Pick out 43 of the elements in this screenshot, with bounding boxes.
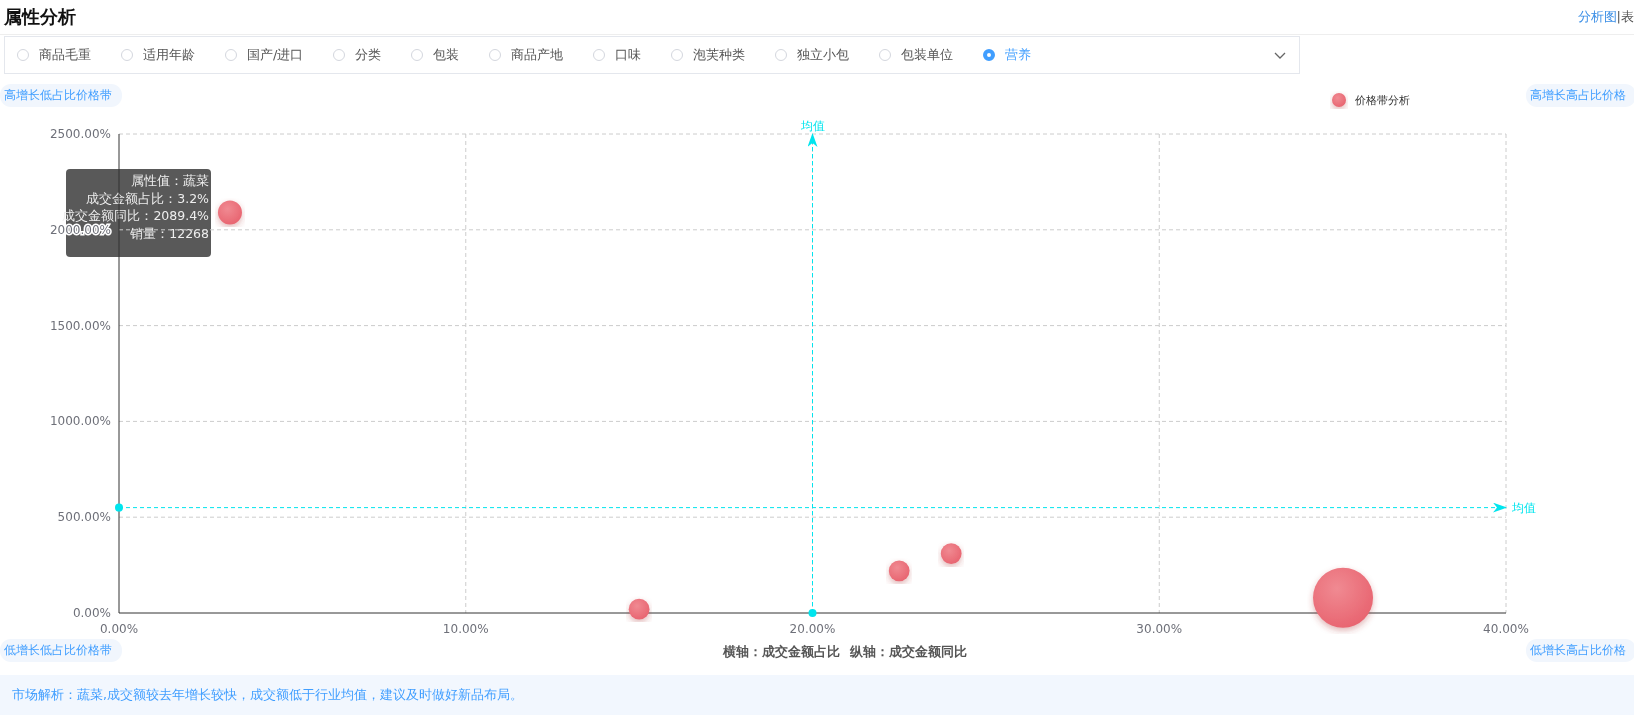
mean-label: 均值 — [800, 119, 825, 133]
y-tick-label: 500.00% — [57, 510, 111, 525]
quadrant-label: 高增长低占比价格带 — [0, 84, 122, 107]
x-tick-label: 10.00% — [442, 622, 489, 636]
quadrant-label: 低增长低占比价格带 — [0, 639, 122, 662]
legend-icon[interactable] — [1332, 93, 1346, 107]
x-tick-label: 0.00% — [99, 622, 139, 636]
x-tick-label: 30.00% — [1136, 622, 1183, 636]
attribute-radio[interactable]: 独立小包 — [775, 46, 850, 64]
attribute-radio[interactable]: 商品产地 — [489, 46, 564, 64]
mean-label: 均值 — [1512, 500, 1536, 515]
analysis-text: 市场解析：蔬菜,成交额较去年增长较快，成交额低于行业均值，建议及时做好新品布局。 — [0, 675, 1634, 715]
tooltip-line: 成交金额占比：3.2% — [86, 190, 209, 206]
y-tick-label: 1000.00% — [49, 414, 111, 429]
view-link[interactable]: |表 — [1616, 8, 1634, 26]
y-tick-label: 1500.00% — [49, 318, 111, 333]
attribute-radio[interactable]: 口味 — [593, 46, 642, 64]
mean-marker — [115, 503, 123, 512]
quadrant-label: 高增长高占比价格 — [1526, 84, 1634, 107]
data-bubble[interactable] — [940, 543, 962, 564]
attribute-radio[interactable]: 分类 — [333, 46, 382, 64]
attribute-radio[interactable]: 包装单位 — [879, 46, 954, 64]
attribute-radio[interactable]: 商品毛重 — [17, 46, 91, 64]
x-tick-label: 20.00% — [789, 622, 836, 636]
data-bubble[interactable] — [217, 200, 242, 225]
attribute-radio[interactable]: 适用年龄 — [121, 46, 195, 64]
legend-label[interactable]: 价格带分析 — [1355, 94, 1410, 107]
x-tick-label: 40.00% — [1483, 622, 1529, 636]
data-bubble[interactable] — [1313, 567, 1374, 628]
section-title: 属性分析 — [4, 5, 76, 29]
y-tick-label: 0.00% — [72, 606, 111, 620]
quadrant-label: 低增长高占比价格 — [1526, 639, 1634, 662]
tooltip-line: 属性值：蔬菜 — [131, 173, 209, 188]
mean-marker — [808, 609, 817, 617]
y-tick-label: 2500.00% — [49, 127, 111, 141]
attribute-radio[interactable]: 国产/进口 — [225, 46, 304, 64]
view-link[interactable]: 分析图 — [1577, 8, 1617, 26]
attribute-radio[interactable]: 泡芙种类 — [671, 46, 746, 64]
attribute-radio[interactable]: 包装 — [411, 46, 460, 64]
axis-title: 横轴：成交金额占比 纵轴：成交金额同比 — [723, 644, 967, 659]
data-bubble[interactable] — [888, 560, 910, 582]
tooltip-line: 销量：12268 — [130, 225, 209, 241]
data-bubble[interactable] — [628, 598, 650, 620]
